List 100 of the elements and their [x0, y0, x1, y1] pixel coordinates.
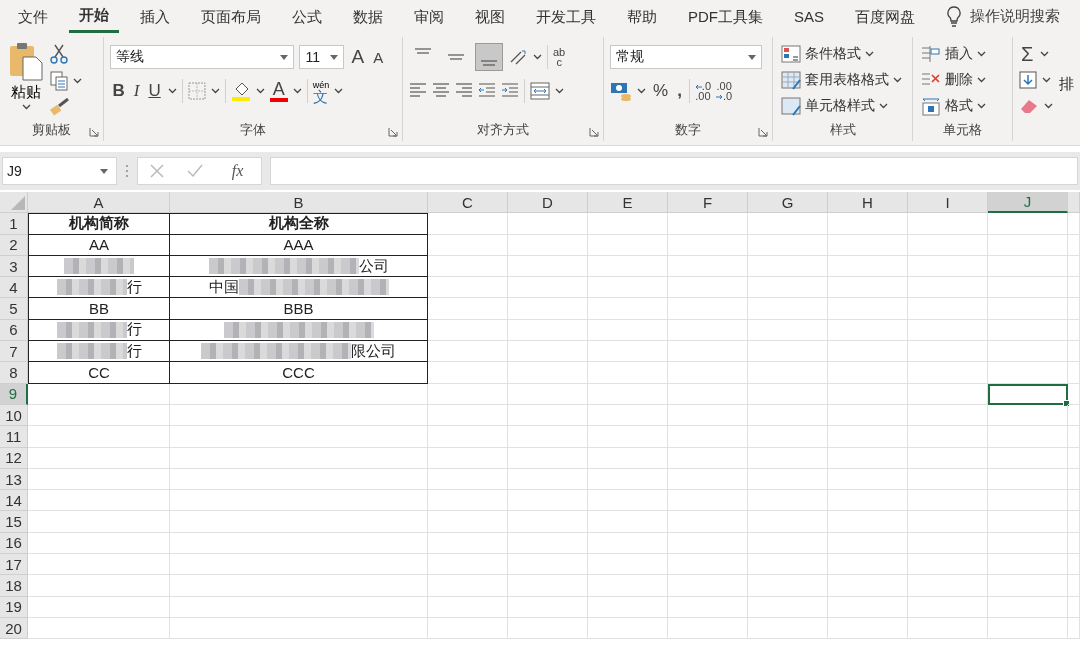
- row-header[interactable]: 16: [0, 532, 28, 555]
- number-format-field[interactable]: 常规: [610, 45, 762, 69]
- styles-menu-button[interactable]: 条件格式: [779, 41, 907, 67]
- fill-down-icon[interactable]: [1019, 71, 1037, 89]
- ribbon-tab[interactable]: 帮助: [617, 0, 667, 33]
- increase-indent-icon[interactable]: [501, 82, 519, 100]
- font-size-field[interactable]: 11: [299, 45, 345, 69]
- row-header[interactable]: 4: [0, 277, 28, 299]
- sort-filter-label[interactable]: 排: [1059, 75, 1074, 141]
- ribbon-tab[interactable]: 审阅: [404, 0, 454, 33]
- caret-icon[interactable]: [977, 77, 987, 83]
- row-header[interactable]: 11: [0, 426, 28, 448]
- column-header[interactable]: B: [170, 192, 428, 214]
- row-header[interactable]: 3: [0, 255, 28, 278]
- currency-icon[interactable]: [610, 81, 632, 101]
- column-header[interactable]: D: [508, 192, 588, 214]
- column-header[interactable]: F: [668, 192, 748, 214]
- row-header[interactable]: 13: [0, 468, 28, 491]
- align-center-icon[interactable]: [432, 82, 450, 100]
- copy-icon[interactable]: [50, 71, 68, 91]
- caret-icon[interactable]: [292, 88, 302, 94]
- cancel-icon[interactable]: [149, 164, 164, 178]
- select-all-icon[interactable]: [11, 196, 25, 211]
- tell-me-search[interactable]: 操作说明搜索: [970, 7, 1060, 26]
- grid-cell[interactable]: [28, 255, 170, 278]
- column-header[interactable]: H: [828, 192, 908, 214]
- column-header[interactable]: A: [28, 192, 170, 214]
- eraser-icon[interactable]: [1019, 98, 1039, 114]
- cell-format-icon[interactable]: [781, 96, 802, 116]
- cells-menu-button[interactable]: 删除: [919, 67, 1006, 93]
- row-header[interactable]: 17: [0, 554, 28, 576]
- ribbon-tab[interactable]: 文件: [8, 0, 58, 33]
- row-header[interactable]: 12: [0, 447, 28, 469]
- decrease-decimal-button[interactable]: .00 .0: [716, 81, 733, 101]
- caret-icon[interactable]: [255, 88, 265, 94]
- grid-cell[interactable]: 行: [28, 319, 170, 342]
- grid-cell[interactable]: 行: [28, 341, 170, 363]
- caret-icon[interactable]: [210, 88, 220, 94]
- cells-menu-button[interactable]: 插入: [919, 41, 1006, 67]
- row-header[interactable]: 18: [0, 575, 28, 597]
- column-header[interactable]: E: [588, 192, 668, 214]
- conditional-format-icon[interactable]: [781, 44, 802, 64]
- row-header[interactable]: 6: [0, 319, 28, 342]
- caret-icon[interactable]: [637, 88, 646, 94]
- table-format-icon[interactable]: [781, 70, 802, 90]
- insert-function-button[interactable]: fx: [225, 161, 250, 181]
- row-header[interactable]: 5: [0, 298, 28, 320]
- grid-cell[interactable]: 行: [28, 277, 170, 299]
- phonetic-guide-button[interactable]: wén 文: [312, 79, 330, 103]
- dialog-launcher-icon[interactable]: [589, 127, 599, 137]
- shrink-font-button[interactable]: A: [371, 48, 386, 66]
- italic-button[interactable]: I: [131, 81, 142, 101]
- font-name-field[interactable]: 等线: [110, 45, 295, 69]
- row-header[interactable]: 20: [0, 617, 28, 640]
- wrap-text-button[interactable]: ab c: [553, 47, 566, 67]
- caret-icon[interactable]: [865, 51, 875, 57]
- caret-icon[interactable]: [879, 103, 889, 109]
- row-header[interactable]: 19: [0, 596, 28, 618]
- caret-icon[interactable]: [334, 88, 344, 94]
- row-header[interactable]: 10: [0, 404, 28, 427]
- font-color-button[interactable]: A: [269, 80, 288, 102]
- dropdown-arrow-icon[interactable]: [748, 54, 756, 60]
- ribbon-tab[interactable]: 公式: [282, 0, 332, 33]
- caret-icon[interactable]: [21, 104, 31, 110]
- caret-icon[interactable]: [167, 88, 177, 94]
- ribbon-tab[interactable]: 百度网盘: [845, 0, 925, 33]
- dropdown-arrow-icon[interactable]: [330, 54, 339, 60]
- ribbon-tab[interactable]: 插入: [130, 0, 180, 33]
- ribbon-tab[interactable]: SAS: [784, 0, 834, 33]
- ribbon-tab[interactable]: 视图: [465, 0, 515, 33]
- row-header[interactable]: 2: [0, 234, 28, 256]
- grid-cell[interactable]: AA: [28, 234, 170, 256]
- text-orientation-icon[interactable]: [508, 48, 528, 66]
- more-options-icon[interactable]: [125, 164, 129, 178]
- grow-font-button[interactable]: A: [349, 46, 367, 68]
- caret-icon[interactable]: [555, 88, 564, 94]
- column-header[interactable]: I: [908, 192, 988, 214]
- styles-menu-button[interactable]: 套用表格格式: [779, 67, 907, 93]
- row-header[interactable]: 9: [0, 383, 28, 405]
- grid-cell[interactable]: 机构简称: [28, 213, 170, 235]
- dialog-launcher-icon[interactable]: [89, 127, 100, 137]
- grid-cell[interactable]: 限公司: [170, 341, 428, 363]
- merge-cells-icon[interactable]: [530, 82, 550, 100]
- caret-icon[interactable]: [977, 51, 987, 57]
- row-header[interactable]: 15: [0, 511, 28, 533]
- selected-cell[interactable]: [988, 383, 1068, 405]
- row-header[interactable]: 1: [0, 213, 28, 235]
- column-header[interactable]: C: [428, 192, 508, 214]
- caret-icon[interactable]: [1044, 103, 1053, 109]
- caret-icon[interactable]: [73, 78, 82, 84]
- comma-style-button[interactable]: ,: [675, 81, 684, 101]
- fill-color-icon[interactable]: [230, 80, 251, 102]
- grid-cell[interactable]: [170, 319, 428, 342]
- styles-menu-button[interactable]: 单元格样式: [779, 93, 907, 119]
- align-left-icon[interactable]: [409, 82, 427, 100]
- grid-cell[interactable]: AAA: [170, 234, 428, 256]
- autosum-button[interactable]: Σ: [1019, 42, 1036, 66]
- dropdown-arrow-icon[interactable]: [280, 54, 289, 60]
- decrease-indent-icon[interactable]: [478, 82, 496, 100]
- cells-menu-button[interactable]: 格式: [919, 93, 1006, 119]
